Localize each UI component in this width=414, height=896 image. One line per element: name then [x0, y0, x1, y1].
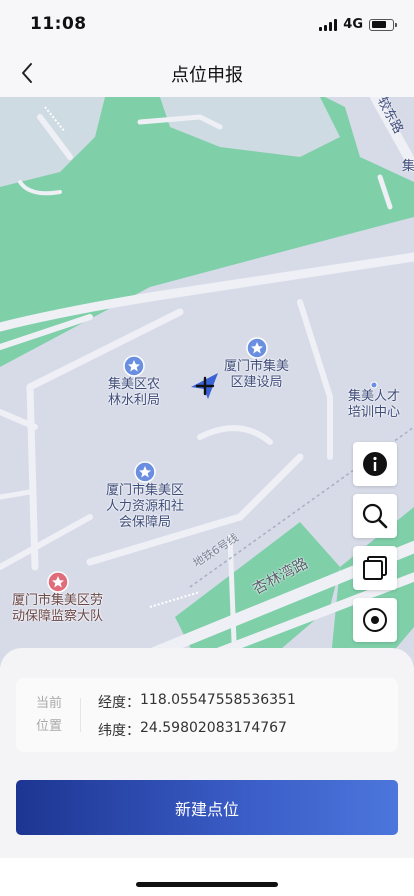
- road: [0, 514, 93, 570]
- road: [0, 489, 33, 500]
- poi-label: 厦门市集美 区建设局: [224, 359, 290, 390]
- info-button[interactable]: [353, 442, 397, 486]
- poi-label: 集美区农 林水利局: [108, 377, 161, 408]
- battery-icon: [369, 18, 397, 31]
- status-indicators: 4G: [319, 17, 397, 32]
- network-type: 4G: [343, 17, 363, 32]
- signal-icon: [319, 18, 338, 31]
- poi-talent-training[interactable]: 集美人才 培训中心: [348, 381, 400, 421]
- poi-pin-icon: [123, 355, 145, 377]
- divider: [80, 698, 81, 732]
- poi-construction-bureau[interactable]: 厦门市集美 区建设局: [224, 337, 289, 391]
- poi-label: 厦门市集美区劳 动保障监察大队: [12, 593, 104, 624]
- latitude-value: 24.59802083174767: [140, 720, 287, 736]
- locate-icon: [363, 608, 387, 632]
- poi-pin-icon: [245, 337, 268, 359]
- road: [297, 299, 333, 460]
- poi-label: 厦门市集美区 人力资源和社 会保障局: [106, 483, 185, 530]
- create-point-button[interactable]: 新建点位: [16, 780, 398, 835]
- search-button[interactable]: [353, 494, 397, 538]
- home-indicator[interactable]: [136, 882, 278, 887]
- search-icon: [362, 503, 388, 529]
- current-location-label: 当前 位置: [36, 696, 63, 734]
- poi-human-resources-bureau[interactable]: 厦门市集美区 人力资源和社 会保障局: [106, 461, 184, 531]
- longitude-row: 经度： 118.05547558536351: [98, 692, 296, 712]
- layers-button[interactable]: [353, 546, 397, 590]
- poi-agriculture-bureau[interactable]: 集美区农 林水利局: [108, 355, 160, 409]
- coordinate-card: 当前 位置 经度： 118.05547558536351 纬度： 24.5980…: [16, 678, 398, 752]
- info-icon: [363, 452, 387, 476]
- locate-button[interactable]: [353, 598, 397, 642]
- page-title: 点位申报: [171, 65, 243, 86]
- longitude-label: 经度：: [98, 695, 140, 711]
- home-indicator-area: [0, 858, 414, 896]
- road: [26, 383, 39, 571]
- poi-dot-icon: [370, 381, 378, 389]
- road: [197, 425, 273, 445]
- longitude-value: 118.05547558536351: [140, 692, 296, 708]
- map-view[interactable]: 集美区农 林水利局 厦门市集美 区建设局 厦门市集美区 人力资源和社 会保障局 …: [0, 97, 414, 667]
- poi-pin-icon: [134, 461, 156, 483]
- status-time: 11:08: [30, 14, 87, 34]
- edge-label: 集: [402, 159, 414, 174]
- poi-label: 集美人才 培训中心: [348, 389, 401, 420]
- latitude-row: 纬度： 24.59802083174767: [98, 720, 287, 740]
- poi-pin-icon: [46, 571, 69, 593]
- nav-bar: 点位申报: [0, 50, 414, 97]
- map-toolbar: [353, 442, 397, 642]
- poi-labor-inspection[interactable]: 厦门市集美区劳 动保障监察大队: [12, 571, 103, 625]
- status-bar: 11:08 4G: [0, 0, 414, 50]
- location-arrow-icon: [191, 373, 218, 399]
- layers-icon: [363, 556, 387, 580]
- latitude-label: 纬度：: [98, 723, 140, 739]
